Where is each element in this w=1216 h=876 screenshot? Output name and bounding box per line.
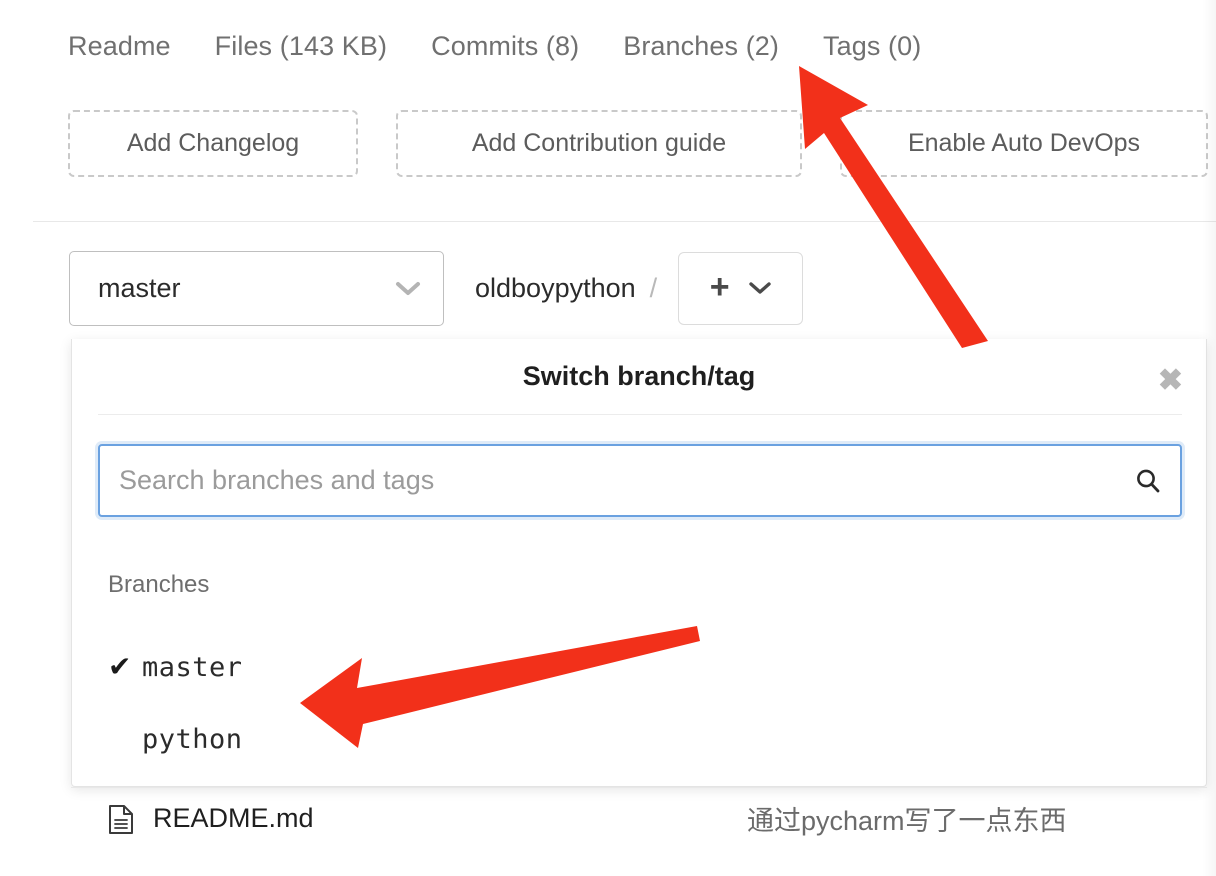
add-to-tree-button[interactable]: + xyxy=(678,252,804,325)
branch-bar: master oldboypython / + xyxy=(69,251,804,326)
chevron-down-icon xyxy=(748,281,772,296)
quick-actions-row: Add Changelog Add Contribution guide Ena… xyxy=(68,110,1208,177)
dropdown-title: Switch branch/tag xyxy=(522,361,756,391)
branch-select-button[interactable]: master xyxy=(69,251,444,326)
nav-tags[interactable]: Tags (0) xyxy=(823,33,921,60)
branch-select-label: master xyxy=(98,273,181,303)
arrow-to-branches-tab xyxy=(799,66,988,348)
search-area xyxy=(98,444,1182,517)
repo-nav: Readme Files (143 KB) Commits (8) Branch… xyxy=(68,33,921,60)
branch-name: master xyxy=(142,651,243,683)
file-row[interactable]: README.md 通过pycharm写了一点东西 xyxy=(71,787,1207,849)
page-root: Readme Files (143 KB) Commits (8) Branch… xyxy=(0,0,1216,876)
search-icon xyxy=(1133,466,1163,496)
switch-branch-dropdown: Switch branch/tag ✖ Branches ✔ master xyxy=(71,339,1207,787)
nav-readme[interactable]: Readme xyxy=(68,33,171,60)
branch-name: python xyxy=(142,723,243,755)
section-divider xyxy=(33,221,1216,222)
branch-list-item-master[interactable]: ✔ master xyxy=(72,631,1206,703)
nav-commits[interactable]: Commits (8) xyxy=(431,33,579,60)
branch-list: ✔ master ✔ python xyxy=(72,631,1206,775)
plus-icon: + xyxy=(709,267,730,306)
file-name[interactable]: README.md xyxy=(153,803,314,834)
breadcrumb: oldboypython / xyxy=(475,273,657,304)
chevron-down-icon xyxy=(395,281,421,297)
close-icon[interactable]: ✖ xyxy=(1158,366,1183,396)
branches-group-label: Branches xyxy=(108,571,210,598)
branch-list-item-python[interactable]: ✔ python xyxy=(72,703,1206,775)
search-input[interactable] xyxy=(100,446,1180,515)
search-field-wrapper[interactable] xyxy=(98,444,1182,517)
add-changelog-button[interactable]: Add Changelog xyxy=(68,110,358,177)
breadcrumb-project[interactable]: oldboypython xyxy=(475,273,636,303)
add-contribution-guide-button[interactable]: Add Contribution guide xyxy=(396,110,802,177)
commit-message[interactable]: 通过pycharm写了一点东西 xyxy=(747,799,1067,838)
nav-branches[interactable]: Branches (2) xyxy=(623,33,779,60)
dropdown-divider xyxy=(98,414,1182,415)
enable-auto-devops-button[interactable]: Enable Auto DevOps xyxy=(840,110,1208,177)
check-icon: ✔ xyxy=(108,651,132,682)
nav-files[interactable]: Files (143 KB) xyxy=(215,33,387,60)
file-text-icon xyxy=(107,804,135,834)
dropdown-header: Switch branch/tag ✖ xyxy=(72,339,1206,414)
breadcrumb-separator: / xyxy=(649,273,658,303)
